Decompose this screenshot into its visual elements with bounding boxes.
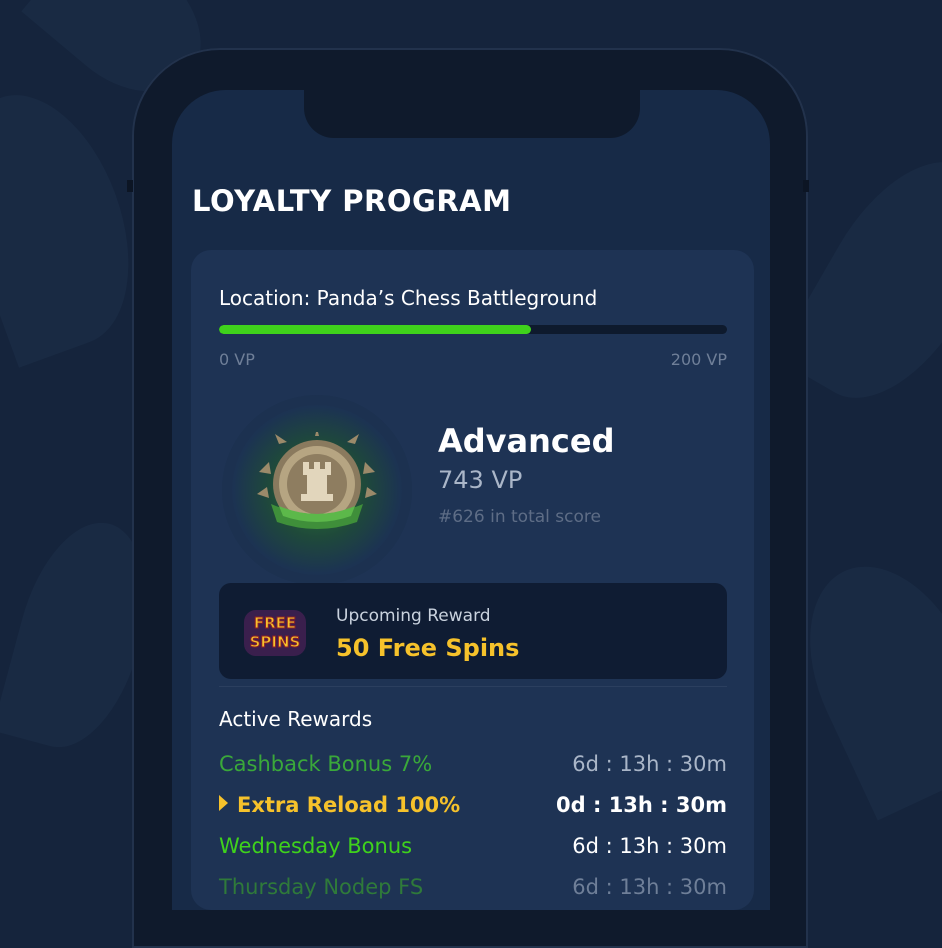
page-title: LOYALTY PROGRAM — [192, 184, 512, 218]
active-reward-timer: 6d : 13h : 30m — [572, 834, 727, 858]
level-name: Advanced — [438, 422, 615, 460]
active-rewards-title: Active Rewards — [219, 707, 373, 731]
active-reward-name[interactable]: Cashback Bonus 7% — [219, 752, 432, 776]
phone-notch — [304, 88, 640, 138]
active-reward-name-text: Thursday Nodep FS — [219, 875, 424, 899]
active-reward-name-text: Cashback Bonus 7% — [219, 752, 433, 776]
phone-side-button — [127, 180, 133, 192]
selected-arrow-icon — [219, 795, 228, 811]
active-reward-name-text: Wednesday Bonus — [219, 834, 413, 858]
active-reward-timer: 0d : 13h : 30m — [556, 793, 727, 817]
location-label: Location: Panda’s Chess Battleground — [219, 286, 598, 310]
progress-max-label: 200 VP — [670, 350, 727, 369]
free-spins-icon-text-top: FREE — [254, 614, 296, 632]
phone-side-button — [803, 180, 809, 192]
level-rank: #626 in total score — [438, 507, 601, 527]
progress-min-label: 0 VP — [219, 350, 255, 369]
active-reward-name-text: Extra Reload 100% — [237, 793, 461, 817]
free-spins-icon: FREE SPINS — [244, 610, 306, 656]
location-progress-bar — [219, 325, 727, 334]
level-points: 743 VP — [438, 466, 523, 494]
active-reward-timer: 6d : 13h : 30m — [572, 875, 727, 899]
active-reward-timer: 6d : 13h : 30m — [572, 752, 727, 776]
free-spins-icon-text-bottom: SPINS — [250, 633, 301, 651]
active-reward-name[interactable]: Thursday Nodep FS — [219, 875, 423, 899]
upcoming-reward-label: Upcoming Reward — [336, 606, 491, 626]
rook-badge-icon — [257, 432, 377, 529]
active-reward-name[interactable]: Wednesday Bonus — [219, 834, 412, 858]
upcoming-reward-value: 50 Free Spins — [336, 634, 520, 662]
location-progress-fill — [219, 325, 532, 334]
section-divider — [219, 686, 727, 687]
active-reward-name[interactable]: Extra Reload 100% — [219, 793, 460, 817]
